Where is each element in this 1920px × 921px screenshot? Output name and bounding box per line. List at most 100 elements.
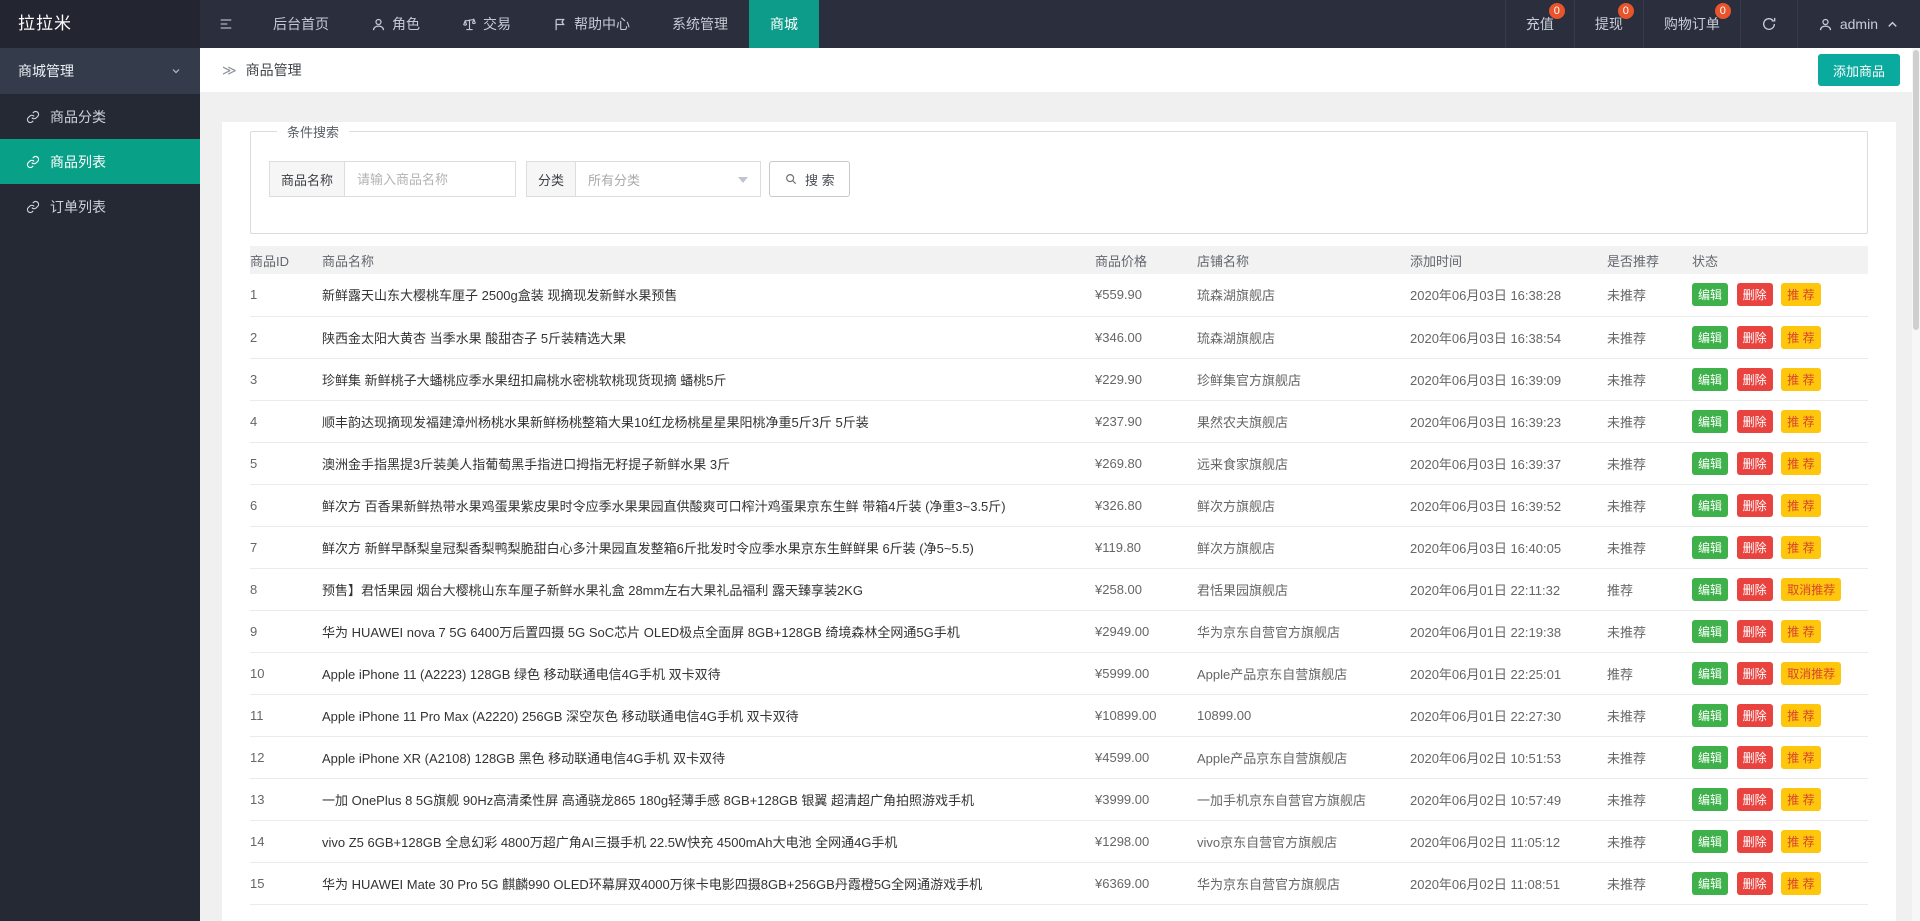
delete-button[interactable]: 删除: [1737, 788, 1773, 811]
product-id-cell: 8: [250, 568, 322, 610]
sidebar-toggle-icon[interactable]: [200, 0, 252, 48]
created-time-cell: 2020年06月01日 22:27:30: [1410, 694, 1607, 736]
nav-counter-item[interactable]: 0 充值: [1505, 0, 1574, 48]
delete-button[interactable]: 删除: [1737, 704, 1773, 727]
sidebar-item-label: 商品列表: [50, 152, 106, 172]
edit-button[interactable]: 编辑: [1692, 326, 1728, 349]
column-header: 商品名称: [322, 246, 1095, 274]
edit-button[interactable]: 编辑: [1692, 830, 1728, 853]
sidebar-section-mall-management[interactable]: 商城管理: [0, 48, 200, 94]
edit-button[interactable]: 编辑: [1692, 872, 1728, 895]
main-menu: 后台首页 角色 交易 帮助中心 系统管理: [252, 0, 819, 48]
edit-button[interactable]: 编辑: [1692, 704, 1728, 727]
created-time-cell: 2020年06月03日 16:39:52: [1410, 484, 1607, 526]
sidebar-menu-item[interactable]: 商品分类: [0, 94, 200, 139]
delete-button[interactable]: 删除: [1737, 368, 1773, 391]
delete-button[interactable]: 删除: [1737, 578, 1773, 601]
recommend-button[interactable]: 推 荐: [1781, 872, 1820, 895]
edit-button[interactable]: 编辑: [1692, 662, 1728, 685]
chevron-up-icon: [1885, 17, 1900, 32]
nav-item-icon: [553, 17, 568, 32]
nav-menu-item[interactable]: 后台首页: [252, 0, 350, 48]
recommend-button[interactable]: 推 荐: [1781, 410, 1820, 433]
delete-button[interactable]: 删除: [1737, 410, 1773, 433]
user-menu[interactable]: admin: [1797, 0, 1920, 48]
category-select[interactable]: 所有分类: [575, 161, 761, 197]
nav-counter-item[interactable]: 0 购物订单: [1643, 0, 1740, 48]
recommend-button[interactable]: 推 荐: [1781, 704, 1820, 727]
product-id-cell: 2: [250, 316, 322, 358]
recommend-button[interactable]: 推 荐: [1781, 620, 1820, 643]
edit-button[interactable]: 编辑: [1692, 452, 1728, 475]
recommend-button[interactable]: 推 荐: [1781, 536, 1820, 559]
recommend-button[interactable]: 推 荐: [1781, 746, 1820, 769]
delete-button[interactable]: 删除: [1737, 494, 1773, 517]
delete-button[interactable]: 删除: [1737, 536, 1773, 559]
delete-button[interactable]: 删除: [1737, 620, 1773, 643]
brand-logo: 拉拉米: [0, 0, 200, 48]
sidebar-menu-item[interactable]: 订单列表: [0, 184, 200, 229]
nav-item-icon: [371, 17, 386, 32]
nav-menu-item[interactable]: 系统管理: [651, 0, 749, 48]
nav-counter-item[interactable]: 0 提现: [1574, 0, 1643, 48]
table-row: 4 顺丰韵达现摘现发福建漳州杨桃水果新鲜杨桃整箱大果10红龙杨桃星星果阳桃净重5…: [250, 400, 1868, 442]
actions-cell: 编辑 删除 推 荐: [1692, 610, 1868, 652]
nav-menu-item[interactable]: 商城: [749, 0, 819, 48]
recommend-button[interactable]: 推 荐: [1781, 494, 1820, 517]
recommend-button[interactable]: 推 荐: [1781, 830, 1820, 853]
sidebar-item-label: 商品分类: [50, 107, 106, 127]
delete-button[interactable]: 删除: [1737, 662, 1773, 685]
recommend-button[interactable]: 推 荐: [1781, 283, 1820, 306]
nav-item-icon: [462, 17, 477, 32]
store-name-cell: 果然农夫旗舰店: [1197, 400, 1410, 442]
actions-cell: 编辑 删除 推 荐: [1692, 694, 1868, 736]
table-row: 14 vivo Z5 6GB+128GB 全息幻彩 4800万超广角AI三摄手机…: [250, 820, 1868, 862]
product-id-cell: 12: [250, 736, 322, 778]
edit-button[interactable]: 编辑: [1692, 788, 1728, 811]
recommend-button[interactable]: 推 荐: [1781, 326, 1820, 349]
delete-button[interactable]: 删除: [1737, 326, 1773, 349]
edit-button[interactable]: 编辑: [1692, 410, 1728, 433]
edit-button[interactable]: 编辑: [1692, 494, 1728, 517]
product-name-input[interactable]: [344, 161, 516, 197]
delete-button[interactable]: 删除: [1737, 452, 1773, 475]
actions-cell: 编辑 删除 推 荐: [1692, 274, 1868, 316]
actions-cell: 编辑 删除 推 荐: [1692, 778, 1868, 820]
cancel-recommend-button[interactable]: 取消推荐: [1781, 662, 1841, 685]
chevron-down-icon: [738, 177, 748, 183]
add-product-button[interactable]: 添加商品: [1818, 54, 1900, 86]
cancel-recommend-button[interactable]: 取消推荐: [1781, 578, 1841, 601]
delete-button[interactable]: 删除: [1737, 283, 1773, 306]
main-area: ≫ 商品管理 添加商品 条件搜索 商品名称 分类 所有分类: [200, 0, 1920, 921]
category-group: 分类 所有分类: [526, 161, 761, 197]
actions-cell: 编辑 删除 推 荐: [1692, 820, 1868, 862]
edit-button[interactable]: 编辑: [1692, 536, 1728, 559]
nav-menu-item[interactable]: 交易: [441, 0, 532, 48]
recommend-status-cell: 未推荐: [1607, 274, 1692, 316]
page-scrollbar[interactable]: [1912, 48, 1920, 921]
delete-button[interactable]: 删除: [1737, 746, 1773, 769]
search-panel: 条件搜索 商品名称 分类 所有分类: [250, 122, 1868, 234]
scrollbar-thumb[interactable]: [1913, 50, 1919, 330]
search-button[interactable]: 搜 索: [769, 161, 850, 197]
edit-button[interactable]: 编辑: [1692, 620, 1728, 643]
created-time-cell: 2020年06月03日 16:39:23: [1410, 400, 1607, 442]
nav-item-label: 系统管理: [672, 14, 728, 34]
nav-menu-item[interactable]: 帮助中心: [532, 0, 651, 48]
refresh-button[interactable]: [1740, 0, 1797, 48]
edit-button[interactable]: 编辑: [1692, 283, 1728, 306]
nav-menu-item[interactable]: 角色: [350, 0, 441, 48]
content-card: 条件搜索 商品名称 分类 所有分类: [222, 122, 1896, 921]
edit-button[interactable]: 编辑: [1692, 368, 1728, 391]
recommend-button[interactable]: 推 荐: [1781, 788, 1820, 811]
edit-button[interactable]: 编辑: [1692, 746, 1728, 769]
recommend-status-cell: 未推荐: [1607, 484, 1692, 526]
delete-button[interactable]: 删除: [1737, 830, 1773, 853]
recommend-button[interactable]: 推 荐: [1781, 452, 1820, 475]
store-name-cell: 鲜次方旗舰店: [1197, 484, 1410, 526]
recommend-status-cell: 未推荐: [1607, 820, 1692, 862]
delete-button[interactable]: 删除: [1737, 872, 1773, 895]
edit-button[interactable]: 编辑: [1692, 578, 1728, 601]
sidebar-menu-item[interactable]: 商品列表: [0, 139, 200, 184]
recommend-button[interactable]: 推 荐: [1781, 368, 1820, 391]
